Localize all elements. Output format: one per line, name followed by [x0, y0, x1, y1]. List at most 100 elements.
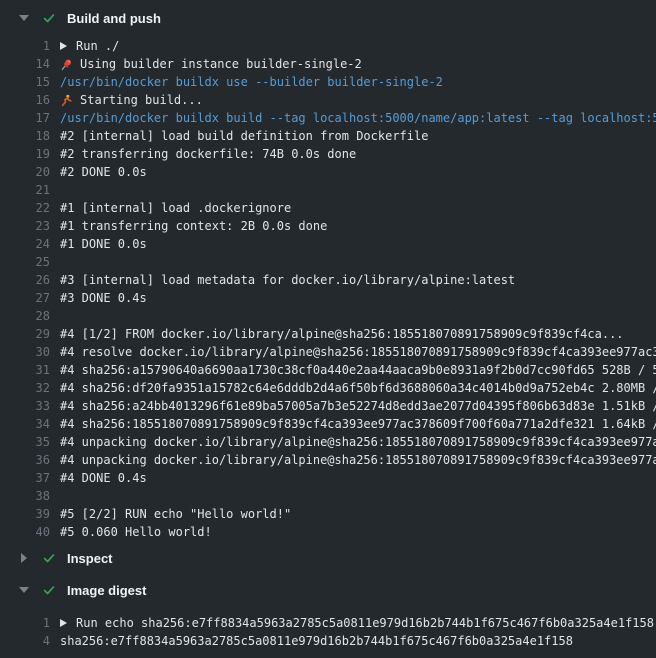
log-text-content: Starting build...: [80, 93, 203, 107]
workflow-log-viewer: Build and push 1Run ./14Using builder in…: [0, 0, 656, 658]
log-text: #2 [internal] load build definition from…: [50, 129, 428, 143]
log-line: 4 sha256:e7ff8834a5963a2785c5a0811e979d16…: [0, 632, 656, 650]
log-line: 33 #4 sha256:a24bb4013296f61e89ba57005a7b…: [0, 397, 656, 415]
log-text-content: #4 sha256:a24bb4013296f61e89ba57005a7b3e…: [60, 399, 656, 413]
line-number[interactable]: 18: [0, 129, 50, 143]
chevron-down-icon[interactable]: [19, 587, 29, 593]
section-header-image-digest[interactable]: Image digest: [0, 580, 656, 600]
line-number[interactable]: 1: [0, 616, 50, 630]
log-text: #4 resolve docker.io/library/alpine@sha2…: [50, 345, 656, 359]
log-lines-image-digest: 1Run echo sha256:e7ff8834a5963a2785c5a08…: [0, 614, 656, 650]
log-line: 35 #4 unpacking docker.io/library/alpine@…: [0, 433, 656, 451]
section-header-build-and-push[interactable]: Build and push: [0, 8, 656, 28]
log-text-content: #4 sha256:a15790640a6690aa1730c38cf0a440…: [60, 363, 656, 377]
line-number[interactable]: 25: [0, 255, 50, 269]
line-number[interactable]: 14: [0, 57, 50, 71]
log-text-content: /usr/bin/docker buildx build --tag local…: [60, 111, 656, 125]
section-title: Image digest: [67, 583, 146, 598]
log-text: #1 DONE 0.0s: [50, 237, 147, 251]
check-icon: [42, 551, 56, 565]
line-number[interactable]: 22: [0, 201, 50, 215]
log-line: 30#4 resolve docker.io/library/alpine@sh…: [0, 343, 656, 361]
section-title: Build and push: [67, 11, 161, 26]
line-number[interactable]: 35: [0, 435, 50, 449]
log-text: #4 DONE 0.4s: [50, 471, 147, 485]
play-icon[interactable]: [60, 619, 67, 627]
log-text: #4 [1/2] FROM docker.io/library/alpine@s…: [50, 327, 624, 341]
log-line: 20 #2 DONE 0.0s: [0, 163, 656, 181]
log-text-content: #4 unpacking docker.io/library/alpine@sh…: [60, 435, 656, 449]
log-line: 15/usr/bin/docker buildx use --builder b…: [0, 73, 656, 91]
line-number[interactable]: 33: [0, 399, 50, 413]
log-text: /usr/bin/docker buildx use --builder bui…: [50, 75, 443, 89]
log-line: 26#3 [internal] load metadata for docker…: [0, 271, 656, 289]
log-text: #2 transferring dockerfile: 74B 0.0s don…: [50, 147, 356, 161]
log-line: 1 Run ./: [0, 37, 656, 55]
line-number[interactable]: 24: [0, 237, 50, 251]
log-text: #2 DONE 0.0s: [50, 165, 147, 179]
log-text-content: #4 sha256:185518070891758909c9f839cf4ca3…: [60, 417, 656, 431]
line-number[interactable]: 21: [0, 183, 50, 197]
line-number[interactable]: 29: [0, 327, 50, 341]
log-text-content: Using builder instance builder-single-2: [80, 57, 362, 71]
line-number[interactable]: 34: [0, 417, 50, 431]
line-number[interactable]: 20: [0, 165, 50, 179]
log-line: 1Run echo sha256:e7ff8834a5963a2785c5a08…: [0, 614, 656, 632]
line-number[interactable]: 36: [0, 453, 50, 467]
log-line: 22#1 [internal] load .dockerignore: [0, 199, 656, 217]
line-number[interactable]: 31: [0, 363, 50, 377]
line-number[interactable]: 19: [0, 147, 50, 161]
log-text: sha256:e7ff8834a5963a2785c5a0811e979d16b…: [50, 634, 573, 648]
line-number[interactable]: 37: [0, 471, 50, 485]
line-number[interactable]: 38: [0, 489, 50, 503]
log-text-content: /usr/bin/docker buildx use --builder bui…: [60, 75, 443, 89]
line-number[interactable]: 28: [0, 309, 50, 323]
log-line: 19#2 transferring dockerfile: 74B 0.0s d…: [0, 145, 656, 163]
log-line: 14 Using builder instance builder-single-…: [0, 55, 656, 73]
pushpin-icon: [60, 58, 73, 71]
log-line: 40#5 0.060 Hello world!: [0, 523, 656, 541]
line-number[interactable]: 1: [0, 39, 50, 53]
log-text-content: #3 DONE 0.4s: [60, 291, 147, 305]
log-text-content: sha256:e7ff8834a5963a2785c5a0811e979d16b…: [60, 634, 573, 648]
line-number[interactable]: 4: [0, 634, 50, 648]
line-number[interactable]: 32: [0, 381, 50, 395]
log-text: #4 sha256:df20fa9351a15782c64e6dddb2d4a6…: [50, 381, 656, 395]
line-number[interactable]: 26: [0, 273, 50, 287]
line-number[interactable]: 17: [0, 111, 50, 125]
log-text: #1 [internal] load .dockerignore: [50, 201, 291, 215]
log-line: 29 #4 [1/2] FROM docker.io/library/alpine…: [0, 325, 656, 343]
log-text: #4 sha256:a15790640a6690aa1730c38cf0a440…: [50, 363, 656, 377]
log-text-content: #2 [internal] load build definition from…: [60, 129, 428, 143]
chevron-down-icon[interactable]: [19, 15, 29, 21]
log-text: #5 [2/2] RUN echo "Hello world!": [50, 507, 291, 521]
log-line: 39 #5 [2/2] RUN echo "Hello world!": [0, 505, 656, 523]
section-header-inspect[interactable]: Inspect: [0, 548, 656, 568]
log-line: 36#4 unpacking docker.io/library/alpine@…: [0, 451, 656, 469]
log-line: 31 #4 sha256:a15790640a6690aa1730c38cf0a4…: [0, 361, 656, 379]
check-icon: [42, 583, 56, 597]
section-inspect: Inspect: [0, 548, 656, 568]
log-line: 21: [0, 181, 656, 199]
log-line: 37#4 DONE 0.4s: [0, 469, 656, 487]
chevron-right-icon[interactable]: [21, 553, 27, 563]
log-text: Using builder instance builder-single-2: [50, 57, 362, 71]
line-number[interactable]: 15: [0, 75, 50, 89]
section-image-digest: Image digest 1Run echo sha256:e7ff8834a5…: [0, 580, 656, 650]
log-line: 28: [0, 307, 656, 325]
log-line: 17/usr/bin/docker buildx build --tag loc…: [0, 109, 656, 127]
section-title: Inspect: [67, 551, 113, 566]
line-number[interactable]: 40: [0, 525, 50, 539]
log-text-content: #5 [2/2] RUN echo "Hello world!": [60, 507, 291, 521]
line-number[interactable]: 16: [0, 93, 50, 107]
log-line: 34 #4 sha256:185518070891758909c9f839cf4c…: [0, 415, 656, 433]
log-text-content: #2 DONE 0.0s: [60, 165, 147, 179]
log-line: 38: [0, 487, 656, 505]
line-number[interactable]: 27: [0, 291, 50, 305]
log-text-content: Run ./: [76, 39, 119, 53]
line-number[interactable]: 30: [0, 345, 50, 359]
play-icon[interactable]: [60, 42, 67, 50]
line-number[interactable]: 39: [0, 507, 50, 521]
log-text-content: #4 [1/2] FROM docker.io/library/alpine@s…: [60, 327, 624, 341]
line-number[interactable]: 23: [0, 219, 50, 233]
